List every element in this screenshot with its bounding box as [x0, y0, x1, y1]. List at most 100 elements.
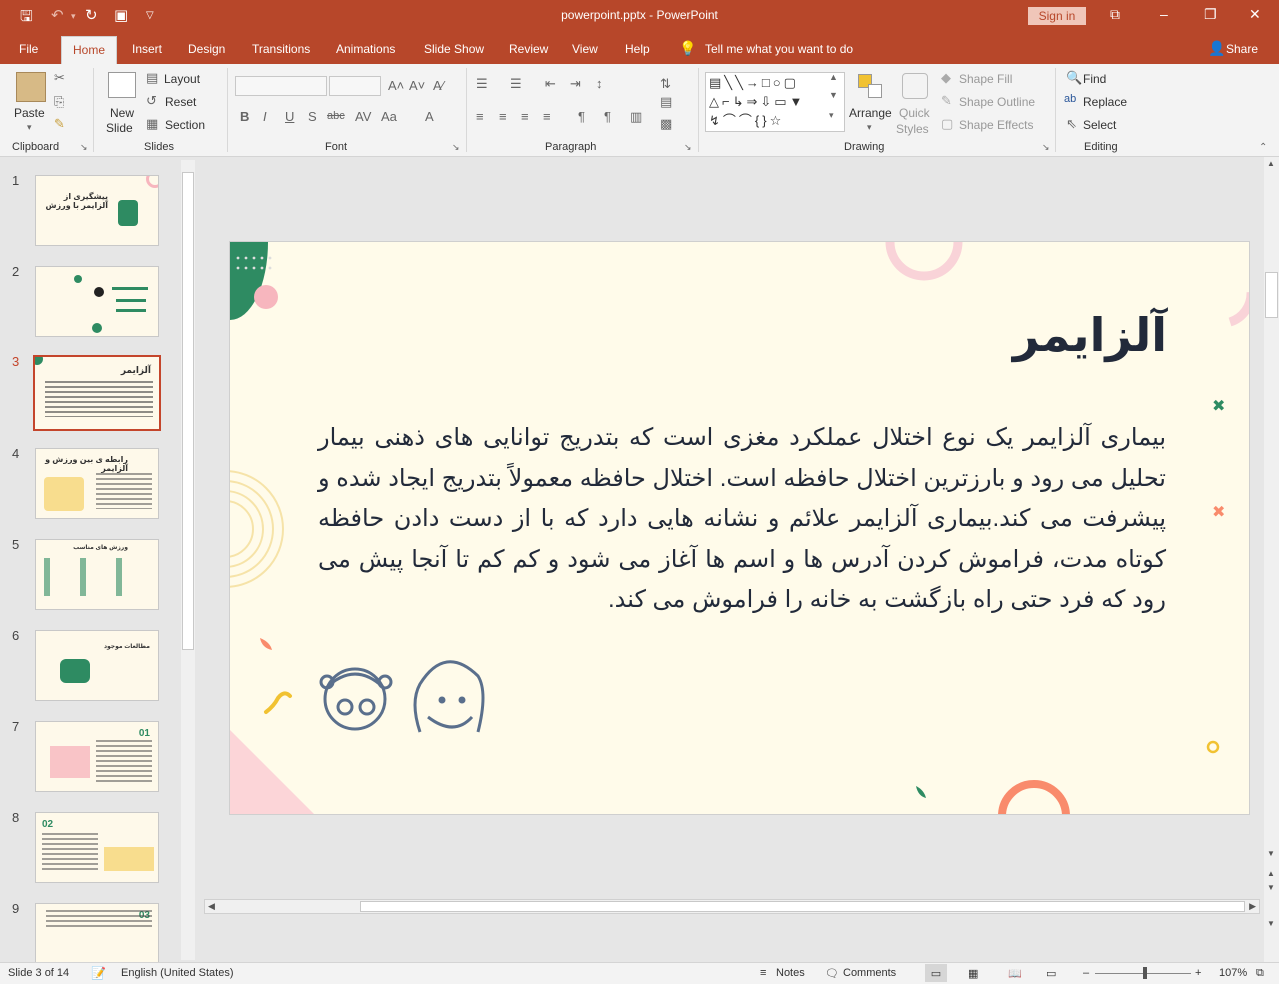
slide-thumbnail[interactable]: رابطه ی بین ورزش و آلزایمر	[35, 448, 159, 519]
ribbon-display-options-icon[interactable]: ⧉	[1110, 6, 1120, 23]
slide-sorter-icon[interactable]: ▦	[968, 967, 978, 980]
replace-icon[interactable]: ab	[1064, 93, 1076, 105]
increase-font-icon[interactable]: A˄	[388, 78, 404, 93]
layout-icon[interactable]: ▤	[146, 70, 158, 86]
restore-icon[interactable]: ❐	[1204, 6, 1217, 23]
notes-button[interactable]: Notes	[776, 967, 805, 979]
font-launcher-icon[interactable]: ↘	[452, 142, 460, 153]
shape-effects-icon[interactable]: ▢	[941, 116, 953, 132]
thumbnail-scrollbar[interactable]	[181, 160, 195, 960]
select-button[interactable]: Select	[1083, 118, 1116, 132]
slide-title[interactable]: آلزایمر	[1013, 308, 1167, 362]
tab-design[interactable]: Design	[188, 42, 225, 56]
align-center-icon[interactable]: ≡	[499, 109, 507, 124]
shape-outline-icon[interactable]: ✎	[941, 93, 952, 109]
scroll-bottom-icon[interactable]: ▼	[1267, 919, 1275, 928]
increase-indent-icon[interactable]: ⇥	[570, 76, 581, 92]
reading-view-icon[interactable]: 📖	[1008, 967, 1022, 980]
quick-styles-label[interactable]: Quick	[899, 106, 930, 120]
thumbnail-scroll-thumb[interactable]	[182, 172, 194, 650]
clear-formatting-icon[interactable]: A⁄	[433, 78, 444, 93]
scroll-down-icon[interactable]: ▼	[1267, 849, 1275, 858]
layout-button[interactable]: Layout	[164, 72, 200, 86]
spell-check-icon[interactable]: 📝	[91, 966, 106, 980]
reset-button[interactable]: Reset	[165, 95, 196, 109]
tab-animations[interactable]: Animations	[336, 42, 395, 56]
align-right-icon[interactable]: ≡	[521, 109, 529, 124]
smartart-icon[interactable]: ▩	[660, 116, 672, 132]
close-icon[interactable]: ✕	[1249, 6, 1261, 23]
sign-in-button[interactable]: Sign in	[1028, 7, 1086, 25]
text-direction-icon[interactable]: ⇅	[660, 76, 671, 92]
tab-insert[interactable]: Insert	[132, 42, 162, 56]
new-slide-label[interactable]: New	[110, 106, 134, 120]
find-button[interactable]: Find	[1083, 72, 1106, 86]
font-name-combo[interactable]	[235, 76, 327, 96]
zoom-slider-thumb[interactable]	[1143, 967, 1147, 979]
language-indicator[interactable]: English (United States)	[121, 967, 234, 979]
new-slide-icon[interactable]	[108, 72, 136, 98]
tab-review[interactable]: Review	[509, 42, 548, 56]
cut-icon[interactable]: ✂	[54, 70, 65, 86]
decrease-indent-icon[interactable]: ⇤	[545, 76, 556, 92]
copy-icon[interactable]: ⎘	[54, 94, 64, 110]
slide-thumbnail[interactable]: پیشگیری از آلزایمر با ورزش	[35, 175, 159, 246]
columns-icon[interactable]: ▥	[630, 109, 642, 125]
zoom-slider[interactable]	[1095, 967, 1191, 979]
comments-icon[interactable]: 🗨	[825, 967, 839, 980]
change-case-icon[interactable]: Aa	[381, 109, 397, 124]
zoom-in-icon[interactable]: +	[1195, 967, 1201, 979]
slide-thumbnail-selected[interactable]: آلزایمر	[33, 355, 161, 431]
slide-thumbnail[interactable]	[35, 266, 159, 337]
align-text-icon[interactable]: ▤	[660, 94, 672, 110]
italic-icon[interactable]: I	[263, 109, 267, 124]
slide-canvas[interactable]: ✖ ✖ آلزایمر بیماری آلزایمر یک نوع اختلال…	[229, 241, 1250, 815]
reset-icon[interactable]: ↺	[146, 93, 157, 109]
horizontal-scroll-thumb[interactable]	[360, 901, 1245, 912]
shape-fill-button[interactable]: Shape Fill	[959, 72, 1012, 86]
shapes-gallery[interactable]: ▤╲╲→□○▢ △⌐↳⇒⇩▭▼ ↯⌒⌒{}☆	[705, 72, 845, 132]
notes-icon[interactable]: ≡	[760, 967, 766, 979]
character-spacing-icon[interactable]: AV	[355, 109, 371, 124]
tab-help[interactable]: Help	[625, 42, 650, 56]
tell-me-search[interactable]: Tell me what you want to do	[705, 42, 853, 56]
find-icon[interactable]: 🔍	[1066, 70, 1082, 86]
tab-view[interactable]: View	[572, 42, 598, 56]
slide-thumbnail[interactable]: 01	[35, 721, 159, 792]
zoom-out-icon[interactable]: –	[1083, 967, 1089, 979]
quick-styles-icon[interactable]	[902, 73, 928, 99]
drawing-launcher-icon[interactable]: ↘	[1042, 142, 1050, 153]
paragraph-launcher-icon[interactable]: ↘	[684, 142, 692, 153]
shape-fill-icon[interactable]: ◆	[941, 70, 951, 86]
fit-slide-icon[interactable]: ⧉	[1256, 967, 1264, 980]
previous-slide-icon[interactable]: ▲	[1267, 869, 1275, 878]
scroll-left-icon[interactable]: ◀	[208, 901, 215, 912]
shadow-icon[interactable]: S	[308, 109, 317, 124]
justify-icon[interactable]: ≡	[543, 109, 551, 124]
decrease-font-icon[interactable]: A˅	[409, 78, 425, 93]
slide-thumbnail[interactable]: 02	[35, 812, 159, 883]
section-button[interactable]: Section	[165, 118, 205, 132]
underline-icon[interactable]: U	[285, 109, 294, 124]
normal-view-icon[interactable]: ▭	[925, 964, 947, 982]
minimize-icon[interactable]: –	[1160, 6, 1168, 22]
scroll-right-icon[interactable]: ▶	[1249, 901, 1256, 912]
format-painter-icon[interactable]: ✎	[54, 116, 65, 132]
vertical-scrollbar[interactable]: ▲ ▼ ▲ ▼ ▼	[1264, 157, 1279, 962]
gallery-down-icon[interactable]: ▼	[829, 90, 838, 100]
scroll-up-icon[interactable]: ▲	[1267, 159, 1275, 168]
slide-thumbnail[interactable]: ورزش های مناسب	[35, 539, 159, 610]
paste-icon[interactable]	[16, 72, 46, 102]
align-left-icon[interactable]: ≡	[476, 109, 484, 124]
shape-outline-button[interactable]: Shape Outline	[959, 95, 1035, 109]
shape-effects-button[interactable]: Shape Effects	[959, 118, 1034, 132]
arrange-icon[interactable]	[858, 74, 884, 100]
paste-dropdown-icon[interactable]: ▾	[27, 122, 32, 133]
comments-button[interactable]: Comments	[843, 967, 896, 979]
tab-home[interactable]: Home	[61, 36, 118, 64]
slide-body-text[interactable]: بیماری آلزایمر یک نوع اختلال عملکرد مغزی…	[318, 418, 1166, 621]
collapse-ribbon-icon[interactable]: ⌃	[1259, 142, 1267, 153]
share-button[interactable]: Share	[1226, 42, 1258, 56]
tab-transitions[interactable]: Transitions	[252, 42, 310, 56]
slide-thumbnail[interactable]: مطالعات موجود	[35, 630, 159, 701]
